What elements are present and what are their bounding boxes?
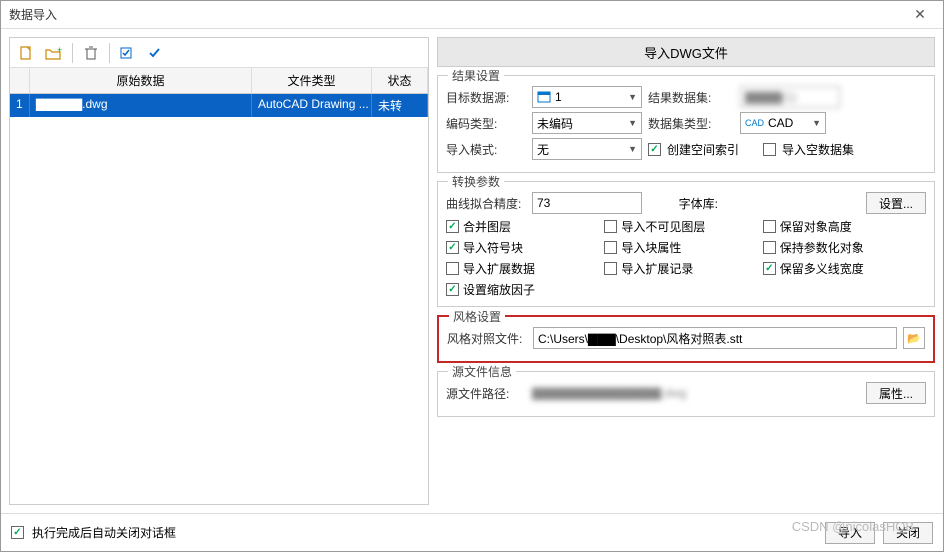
target-ds-select[interactable]: 1▼ (532, 86, 642, 108)
convert-cb-5[interactable]: 保持参数化对象 (763, 239, 921, 256)
encoding-label: 编码类型: (446, 115, 526, 132)
checkbox[interactable] (604, 262, 617, 275)
source-fieldset: 源文件信息 源文件路径: ▇▇▇▇▇▇▇▇▇▇▇▇▇▇.dwg 属性... (437, 371, 935, 417)
font-label: 字体库: (648, 195, 718, 212)
checkbox[interactable] (446, 283, 459, 296)
chevron-down-icon: ▼ (628, 118, 637, 128)
import-dwg-button[interactable]: 导入DWG文件 (437, 37, 935, 67)
result-legend: 结果设置 (448, 67, 504, 84)
checkbox[interactable] (604, 241, 617, 254)
source-path-label: 源文件路径: (446, 385, 526, 402)
checkbox-label: 导入符号块 (463, 239, 523, 256)
row-index: 1 (10, 94, 30, 117)
curve-label: 曲线拟合精度: (446, 195, 526, 212)
col-stat: 状态 (372, 68, 428, 93)
result-fieldset: 结果设置 目标数据源: 1▼ 结果数据集: 编码类型: 未编码▼ 数据集类型: … (437, 75, 935, 173)
add-file-icon[interactable] (14, 41, 38, 65)
convert-cb-4[interactable]: 导入块属性 (604, 239, 762, 256)
footer: 执行完成后自动关闭对话框 导入 关闭 CSDN @nicolasHQB (1, 513, 943, 551)
convert-cb-9[interactable]: 设置缩放因子 (446, 281, 604, 298)
separator (109, 43, 110, 63)
settings-button[interactable]: 设置... (866, 192, 926, 214)
checkbox-label: 保留对象高度 (780, 218, 852, 235)
checkbox-label: 导入不可见图层 (621, 218, 705, 235)
col-type: 文件类型 (252, 68, 372, 93)
target-ds-label: 目标数据源: (446, 89, 526, 106)
delete-icon[interactable] (79, 41, 103, 65)
row-type: AutoCAD Drawing ... (252, 94, 372, 117)
properties-button[interactable]: 属性... (866, 382, 926, 404)
import-mode-label: 导入模式: (446, 141, 526, 158)
titlebar: 数据导入 ✕ (1, 1, 943, 29)
col-orig: 原始数据 (30, 68, 252, 93)
file-grid[interactable]: 原始数据 文件类型 状态 1 ▇▇▇▇▇.dwg AutoCAD Drawing… (10, 68, 428, 504)
style-file-input[interactable] (533, 327, 897, 349)
row-stat: 未转 (372, 94, 428, 117)
import-mode-select[interactable]: 无▼ (532, 138, 642, 160)
grid-header: 原始数据 文件类型 状态 (10, 68, 428, 94)
convert-cb-3[interactable]: 导入符号块 (446, 239, 604, 256)
import-button[interactable]: 导入 (825, 522, 875, 544)
style-legend: 风格设置 (449, 308, 505, 325)
toolbar: + (10, 38, 428, 68)
svg-text:+: + (57, 45, 62, 55)
browse-icon[interactable]: 📂 (903, 327, 925, 349)
convert-cb-7[interactable]: 导入扩展记录 (604, 260, 762, 277)
result-ds-label: 结果数据集: (648, 89, 734, 106)
convert-cb-2[interactable]: 保留对象高度 (763, 218, 921, 235)
convert-cb-8[interactable]: 保留多义线宽度 (763, 260, 921, 277)
source-path-value: ▇▇▇▇▇▇▇▇▇▇▇▇▇▇.dwg (532, 386, 860, 400)
convert-cb-0[interactable]: 合并图层 (446, 218, 604, 235)
checkbox-label: 导入扩展数据 (463, 260, 535, 277)
chevron-down-icon: ▼ (628, 144, 637, 154)
create-index-checkbox[interactable] (648, 143, 661, 156)
checkbox[interactable] (763, 220, 776, 233)
import-empty-label: 导入空数据集 (782, 141, 854, 158)
checkbox-label: 合并图层 (463, 218, 511, 235)
style-fieldset: 风格设置 风格对照文件: 📂 (437, 315, 935, 363)
checkbox[interactable] (446, 262, 459, 275)
window-title: 数据导入 (9, 6, 57, 23)
source-legend: 源文件信息 (448, 363, 516, 380)
cad-icon: CAD (745, 118, 764, 128)
create-index-label: 创建空间索引 (667, 141, 757, 158)
separator (72, 43, 73, 63)
datasource-icon (537, 90, 551, 104)
style-file-label: 风格对照文件: (447, 330, 527, 347)
chevron-down-icon: ▼ (628, 92, 637, 102)
convert-cb-1[interactable]: 导入不可见图层 (604, 218, 762, 235)
row-orig: ▇▇▇▇▇.dwg (30, 94, 252, 117)
checkbox-label: 导入块属性 (621, 239, 681, 256)
check-all-icon[interactable] (144, 41, 168, 65)
checkbox[interactable] (604, 220, 617, 233)
import-empty-checkbox[interactable] (763, 143, 776, 156)
chevron-down-icon: ▼ (812, 118, 821, 128)
check-icon[interactable] (116, 41, 140, 65)
convert-fieldset: 转换参数 曲线拟合精度: 字体库: 设置... 合并图层导入不可见图层保留对象高… (437, 181, 935, 307)
checkbox-label: 保留多义线宽度 (780, 260, 864, 277)
right-panel: 导入DWG文件 结果设置 目标数据源: 1▼ 结果数据集: 编码类型: 未编码▼… (437, 37, 935, 505)
table-row[interactable]: 1 ▇▇▇▇▇.dwg AutoCAD Drawing ... 未转 (10, 94, 428, 117)
autoclose-checkbox[interactable] (11, 526, 24, 539)
checkbox-label: 保持参数化对象 (780, 239, 864, 256)
close-button[interactable]: 关闭 (883, 522, 933, 544)
convert-cb-6[interactable]: 导入扩展数据 (446, 260, 604, 277)
curve-input[interactable] (532, 192, 642, 214)
checkbox[interactable] (446, 220, 459, 233)
left-panel: + 原始数据 文件类型 状态 1 ▇▇▇▇▇.dwg AutoCAD Drawi… (9, 37, 429, 505)
checkbox-label: 设置缩放因子 (463, 281, 535, 298)
result-ds-input[interactable] (740, 86, 840, 108)
checkbox[interactable] (763, 241, 776, 254)
ds-type-select[interactable]: CADCAD▼ (740, 112, 826, 134)
close-icon[interactable]: ✕ (905, 6, 935, 23)
checkbox[interactable] (763, 262, 776, 275)
autoclose-label: 执行完成后自动关闭对话框 (32, 524, 176, 541)
checkbox-label: 导入扩展记录 (621, 260, 693, 277)
add-folder-icon[interactable]: + (42, 41, 66, 65)
convert-legend: 转换参数 (448, 173, 504, 190)
encoding-select[interactable]: 未编码▼ (532, 112, 642, 134)
ds-type-label: 数据集类型: (648, 115, 734, 132)
checkbox[interactable] (446, 241, 459, 254)
